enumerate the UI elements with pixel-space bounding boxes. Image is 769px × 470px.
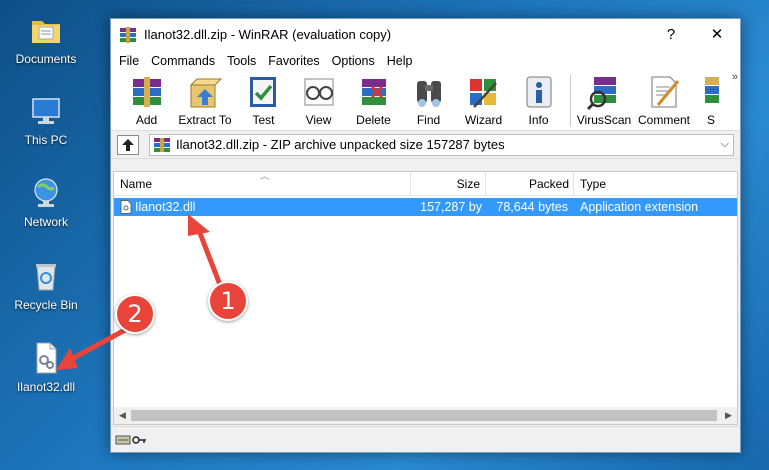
archive-path-field[interactable]: Ilanot32.dll.zip - ZIP archive unpacked … xyxy=(149,133,734,156)
file-list-header: ︿ Name Size Packed Type xyxy=(114,171,737,196)
sort-indicator-icon: ︿ xyxy=(260,171,270,181)
extract-icon xyxy=(185,73,225,111)
desktop-icon-recycle-bin[interactable]: Recycle Bin xyxy=(0,258,92,312)
column-size[interactable]: Size xyxy=(411,172,486,196)
desktop-icon-network[interactable]: Network xyxy=(0,175,92,229)
test-icon xyxy=(244,73,284,111)
column-type[interactable]: Type xyxy=(574,172,734,196)
sfx-button[interactable]: S xyxy=(695,71,719,127)
comment-icon xyxy=(644,73,684,111)
menu-tools[interactable]: Tools xyxy=(221,54,262,68)
dll-file-icon xyxy=(28,340,64,376)
winrar-window: Ilanot32.dll.zip - WinRAR (evaluation co… xyxy=(110,18,741,453)
close-button[interactable]: ✕ xyxy=(694,19,740,50)
view-button[interactable]: View xyxy=(291,71,346,127)
menu-options[interactable]: Options xyxy=(326,54,381,68)
tool-label: Test xyxy=(252,113,275,127)
info-icon xyxy=(519,73,559,111)
desktop-icon-label: Documents xyxy=(15,52,77,66)
scroll-left-icon[interactable]: ◀ xyxy=(114,407,131,424)
toolbar: Add Extract To Test View Delete Find Wiz… xyxy=(111,71,740,131)
tool-label: View xyxy=(305,113,332,127)
tool-label: Add xyxy=(135,113,158,127)
wizard-button[interactable]: Wizard xyxy=(456,71,511,127)
delete-button[interactable]: Delete xyxy=(346,71,401,127)
find-icon xyxy=(409,73,449,111)
menu-help[interactable]: Help xyxy=(381,54,419,68)
status-bar xyxy=(111,426,740,452)
archive-path-text: Ilanot32.dll.zip - ZIP archive unpacked … xyxy=(176,137,505,152)
drive-key-icon[interactable] xyxy=(115,433,147,447)
tool-label: VirusScan xyxy=(576,113,632,127)
desktop-icon-label: This PC xyxy=(24,133,68,147)
cell-size: 157,287 by xyxy=(420,200,482,214)
delete-icon xyxy=(354,73,394,111)
network-icon xyxy=(28,175,64,211)
find-button[interactable]: Find xyxy=(401,71,456,127)
column-packed[interactable]: Packed xyxy=(486,172,574,196)
step-2-badge: 2 xyxy=(115,294,155,334)
horizontal-scrollbar[interactable]: ◀ ▶ xyxy=(114,407,737,424)
step-1-badge: 1 xyxy=(208,281,248,321)
tool-label: Info xyxy=(528,113,549,127)
desktop-icon-this-pc[interactable]: This PC xyxy=(0,93,92,147)
scrollbar-thumb[interactable] xyxy=(131,410,717,421)
up-folder-button[interactable] xyxy=(117,134,139,155)
info-button[interactable]: Info xyxy=(511,71,566,127)
help-button[interactable]: ? xyxy=(648,19,694,50)
menu-favorites[interactable]: Favorites xyxy=(262,54,325,68)
table-row[interactable]: Ilanot32.dll 157,287 by 78,644 bytes App… xyxy=(114,198,737,216)
dll-file-icon xyxy=(120,200,132,214)
recycle-bin-icon xyxy=(28,258,64,294)
desktop-icon-label: Recycle Bin xyxy=(14,298,78,312)
desktop-icon-label: Ilanot32.dll xyxy=(16,380,76,394)
desktop-icon-documents[interactable]: Documents xyxy=(0,12,92,66)
tool-label: Extract To xyxy=(178,113,232,127)
desktop-icon-dll-file[interactable]: Ilanot32.dll xyxy=(0,340,92,394)
tool-label: Comment xyxy=(637,113,690,127)
add-button[interactable]: Add xyxy=(119,71,174,127)
tool-label: S xyxy=(706,113,715,127)
computer-icon xyxy=(28,93,64,129)
extract-to-button[interactable]: Extract To xyxy=(174,71,236,127)
menu-commands[interactable]: Commands xyxy=(145,54,221,68)
chevron-down-icon[interactable]: ⌵ xyxy=(721,138,729,151)
add-archive-icon xyxy=(127,73,167,111)
sfx-icon xyxy=(695,73,719,111)
menu-bar: File Commands Tools Favorites Options He… xyxy=(111,50,740,71)
winrar-app-icon xyxy=(119,26,137,43)
toolbar-more-chevron[interactable]: » xyxy=(732,71,738,83)
zip-archive-icon xyxy=(154,137,170,152)
up-arrow-icon xyxy=(122,138,134,151)
wizard-icon xyxy=(464,73,504,111)
cell-name: Ilanot32.dll xyxy=(114,198,411,216)
virusscan-button[interactable]: VirusScan xyxy=(575,71,633,127)
cell-packed: 78,644 bytes xyxy=(496,200,568,214)
comment-button[interactable]: Comment xyxy=(633,71,695,127)
view-icon xyxy=(299,73,339,111)
tool-label: Wizard xyxy=(464,113,503,127)
folder-icon xyxy=(28,12,64,48)
virus-scan-icon xyxy=(584,73,624,111)
file-name: Ilanot32.dll xyxy=(135,200,196,214)
cell-type: Application extension xyxy=(580,200,699,214)
window-title: Ilanot32.dll.zip - WinRAR (evaluation co… xyxy=(144,27,392,42)
tool-label: Find xyxy=(416,113,441,127)
menu-file[interactable]: File xyxy=(113,54,145,68)
scroll-right-icon[interactable]: ▶ xyxy=(720,407,737,424)
title-bar[interactable]: Ilanot32.dll.zip - WinRAR (evaluation co… xyxy=(111,19,740,50)
tool-label: Delete xyxy=(356,113,391,127)
toolbar-separator xyxy=(570,75,571,127)
address-bar: Ilanot32.dll.zip - ZIP archive unpacked … xyxy=(111,131,740,159)
file-list: ︿ Name Size Packed Type Ilanot32.dll 157… xyxy=(113,171,738,425)
test-button[interactable]: Test xyxy=(236,71,291,127)
desktop-icon-label: Network xyxy=(23,215,68,229)
